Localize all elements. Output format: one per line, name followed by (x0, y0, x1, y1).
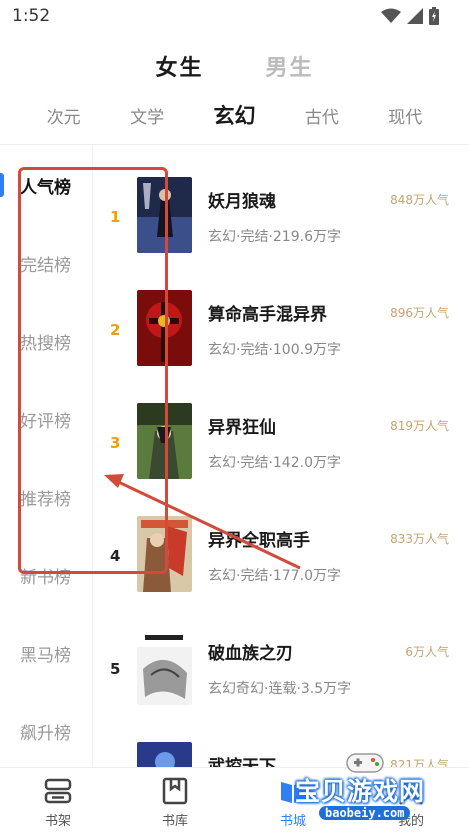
gender-tabs: 女生 男生 (0, 50, 469, 82)
library-icon (162, 777, 188, 805)
book-title: 破血族之刃 (208, 644, 293, 664)
tab-gudai[interactable]: 古代 (305, 103, 339, 130)
nav-bookshelf[interactable]: 书架 (23, 776, 93, 829)
book-popularity: 833万人气 (390, 532, 449, 546)
book-meta: 玄幻奇幻·连载·3.5万字 (208, 681, 352, 697)
tab-female[interactable]: 女生 (155, 50, 203, 82)
bookshelf-icon (44, 778, 72, 804)
tab-xiandai[interactable]: 现代 (388, 103, 422, 130)
status-icons (381, 7, 439, 25)
category-tabs: 次元 文学 玄幻 古代 现代 (0, 103, 469, 130)
status-bar: 1:52 (0, 0, 469, 34)
status-time: 1:52 (12, 6, 51, 26)
book-meta: 玄幻·完结·219.6万字 (208, 229, 341, 245)
book-title: 异界狂仙 (208, 418, 276, 438)
book-title: 妖月狼魂 (208, 192, 276, 212)
rank-number: 5 (110, 660, 121, 678)
nav-label: 书库 (161, 814, 188, 829)
battery-icon (429, 7, 439, 25)
watermark-url: baobeiy.com (319, 806, 411, 820)
book-popularity: 6万人气 (405, 645, 449, 659)
book-meta: 玄幻·完结·142.0万字 (208, 455, 341, 471)
book-popularity: 819万人气 (390, 419, 449, 433)
wifi-icon (381, 8, 401, 23)
tab-ciyuan[interactable]: 次元 (47, 103, 81, 130)
book-popularity: 896万人气 (390, 306, 449, 320)
book-row[interactable]: 5 破血族之刃 玄幻奇幻·连载·3.5万字 6万人气 (93, 597, 469, 710)
site-watermark: 宝贝游戏网 baobeiy.com (283, 753, 463, 834)
tab-male[interactable]: 男生 (266, 50, 314, 82)
book-cover[interactable] (137, 742, 192, 767)
book-meta: 玄幻·完结·100.9万字 (208, 342, 341, 358)
sidebar-active-indicator (0, 173, 4, 197)
book-meta: 玄幻·完结·177.0万字 (208, 568, 341, 584)
watermark-text: 宝贝游戏网 (295, 777, 426, 806)
tab-wenxue[interactable]: 文学 (130, 103, 164, 130)
book-cover[interactable] (137, 629, 192, 705)
book-title: 异界全职高手 (208, 531, 310, 551)
nav-label: 书架 (44, 814, 71, 829)
tab-xuanhuan[interactable]: 玄幻 (213, 100, 255, 130)
sidebar-item-rising[interactable]: 飙升榜 (20, 719, 71, 744)
nav-library[interactable]: 书库 (140, 776, 210, 829)
annotation-box (18, 167, 168, 574)
sidebar-item-dark-horse[interactable]: 黑马榜 (20, 641, 71, 666)
book-title: 武控天下 (208, 757, 276, 767)
book-title: 算命高手混异界 (208, 305, 327, 325)
book-popularity: 848万人气 (390, 193, 449, 207)
signal-icon (407, 8, 423, 24)
